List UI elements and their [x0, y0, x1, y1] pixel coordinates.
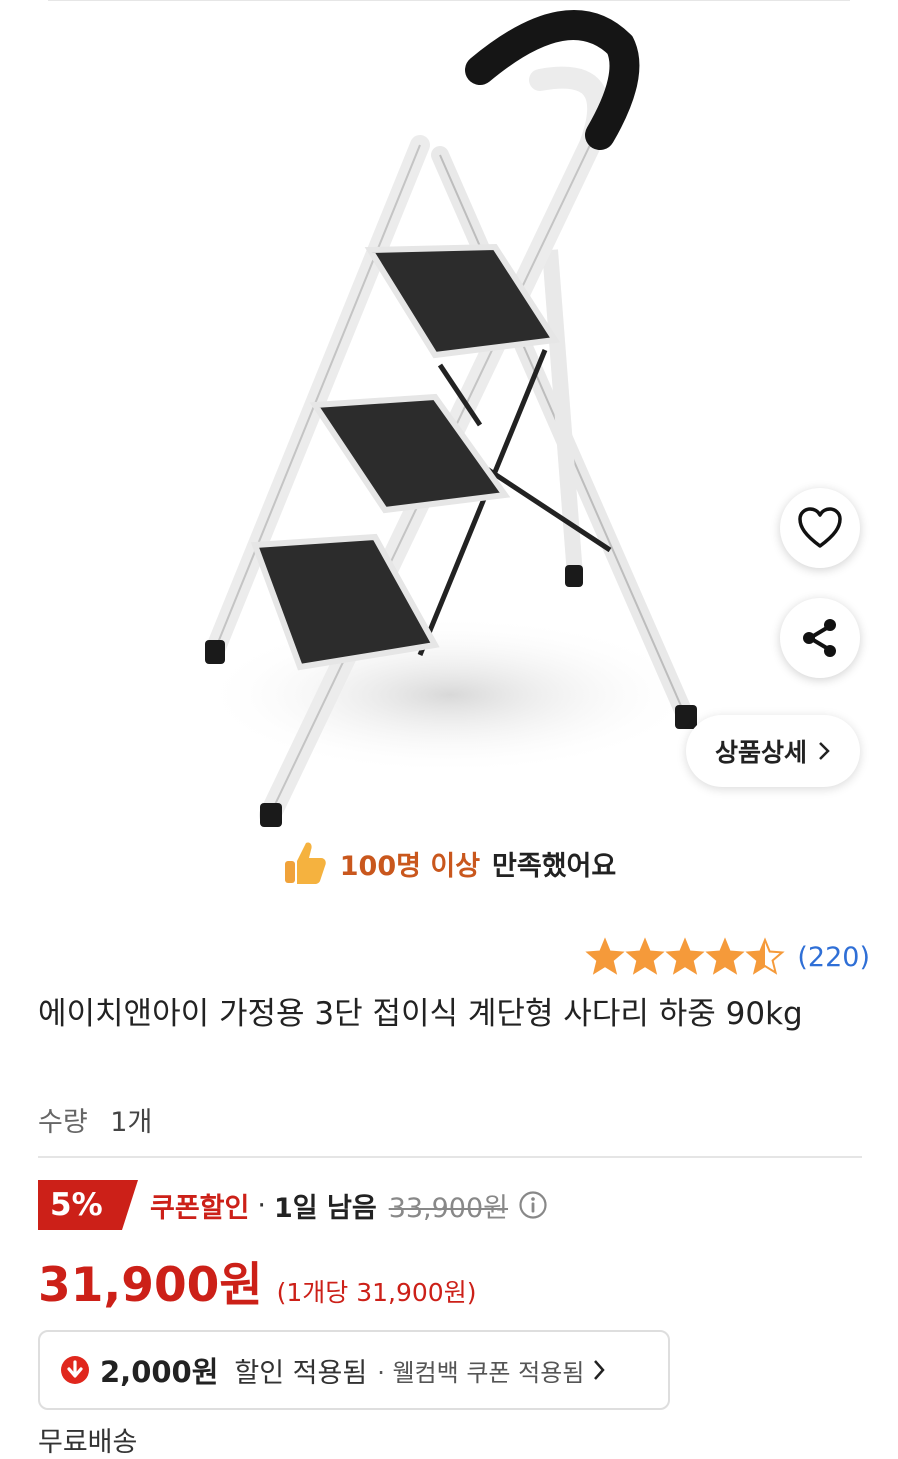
chevron-right-icon	[819, 742, 830, 760]
review-count[interactable]: (220)	[797, 942, 870, 973]
top-divider	[48, 0, 850, 1]
chevron-right-icon	[594, 1360, 606, 1380]
star-fill-4	[708, 940, 743, 973]
discount-applied-label: 할인 적용됨	[234, 1357, 368, 1389]
product-title: 에이치앤아이 가정용 3단 접이식 계단형 사다리 하중 90kg	[38, 996, 803, 1032]
wishlist-button[interactable]	[780, 488, 860, 568]
info-icon[interactable]	[518, 1190, 548, 1220]
final-price: 31,900원	[38, 1258, 263, 1313]
product-detail-button[interactable]: 상품상세	[686, 715, 860, 787]
share-icon	[803, 619, 836, 657]
coupon-discount-label: 쿠폰할인	[150, 1192, 250, 1224]
satisfaction-highlight: 100명 이상	[339, 850, 481, 882]
section-divider	[38, 1156, 862, 1158]
thumbs-up-icon	[284, 842, 326, 884]
product-detail-label: 상품상세	[714, 738, 807, 767]
product-image[interactable]	[150, 5, 710, 830]
coupon-remaining: 1일 남음	[273, 1192, 377, 1224]
price-row: 31,900원 (1개당 31,900원)	[38, 1246, 477, 1313]
discount-percent-badge: 5%	[38, 1180, 138, 1230]
applied-discount-box[interactable]: 2,000원 할인 적용됨 · 웰컴백 쿠폰 적용됨	[38, 1330, 670, 1410]
discount-amount: 2,000원	[100, 1355, 219, 1389]
star-fill-1	[588, 940, 623, 973]
star-rating-icon	[585, 937, 786, 975]
rating[interactable]: (220)	[585, 935, 870, 979]
star-fill-2	[628, 940, 663, 973]
quantity: 수량 1개	[38, 1100, 152, 1139]
heart-icon	[798, 507, 842, 548]
separator-dot: ·	[257, 1189, 266, 1221]
welcome-coupon-label: · 웰컴백 쿠폰 적용됨	[377, 1358, 585, 1387]
coupon-row: 5% 쿠폰할인 · 1일 남음 33,900원	[38, 1180, 548, 1230]
quantity-label: 수량	[38, 1107, 88, 1138]
unit-price: (1개당 31,900원)	[276, 1278, 477, 1307]
down-arrow-icon	[61, 1356, 89, 1384]
star-fill-3	[668, 940, 703, 973]
original-price: 33,900원	[388, 1192, 509, 1224]
share-button[interactable]	[780, 598, 860, 678]
quantity-value: 1개	[110, 1107, 153, 1138]
satisfaction-banner: 100명 이상 만족했어요	[0, 835, 898, 891]
satisfaction-text: 만족했어요	[492, 850, 617, 882]
